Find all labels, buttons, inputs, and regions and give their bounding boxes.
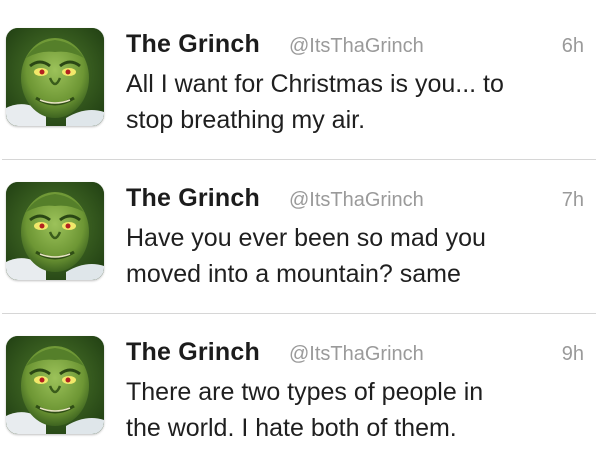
tweet-timestamp[interactable]: 6h <box>562 35 584 58</box>
tweet-item[interactable]: The Grinch @ItsThaGrinch 7h Have you eve… <box>0 172 600 312</box>
divider <box>2 159 596 160</box>
tweet-timestamp[interactable]: 9h <box>562 343 584 366</box>
user-name[interactable]: The Grinch <box>126 30 260 59</box>
user-handle[interactable]: @ItsThaGrinch <box>289 35 424 58</box>
tweet-text-line: Have you ever been so mad you <box>126 224 486 252</box>
tweet-text: There are two types of people in the wor… <box>126 374 592 446</box>
tweet-text: Have you ever been so mad you moved into… <box>126 220 592 292</box>
tweet-timestamp[interactable]: 7h <box>562 189 584 212</box>
grinch-avatar-icon[interactable] <box>6 182 104 280</box>
tweet-text-line: the world. I hate both of them. <box>126 414 457 442</box>
tweet-item[interactable]: The Grinch @ItsThaGrinch 6h All I want f… <box>0 18 600 158</box>
user-name[interactable]: The Grinch <box>126 338 260 367</box>
user-handle[interactable]: @ItsThaGrinch <box>289 189 424 212</box>
tweet-text: All I want for Christmas is you... to st… <box>126 66 592 138</box>
divider <box>2 313 596 314</box>
user-name[interactable]: The Grinch <box>126 184 260 213</box>
user-handle[interactable]: @ItsThaGrinch <box>289 343 424 366</box>
tweet-header: The Grinch @ItsThaGrinch 9h <box>126 338 590 370</box>
grinch-avatar-icon[interactable] <box>6 336 104 434</box>
tweet-timeline: The Grinch @ItsThaGrinch 6h All I want f… <box>0 0 600 442</box>
tweet-header: The Grinch @ItsThaGrinch 7h <box>126 184 590 216</box>
tweet-text-line: There are two types of people in <box>126 378 484 406</box>
tweet-text-line: All I want for Christmas is you... to <box>126 70 504 98</box>
tweet-text-line: moved into a mountain? same <box>126 260 461 288</box>
grinch-avatar-icon[interactable] <box>6 28 104 126</box>
tweet-text-line: stop breathing my air. <box>126 106 366 134</box>
tweet-header: The Grinch @ItsThaGrinch 6h <box>126 30 590 62</box>
tweet-item[interactable]: The Grinch @ItsThaGrinch 9h There are tw… <box>0 326 600 466</box>
